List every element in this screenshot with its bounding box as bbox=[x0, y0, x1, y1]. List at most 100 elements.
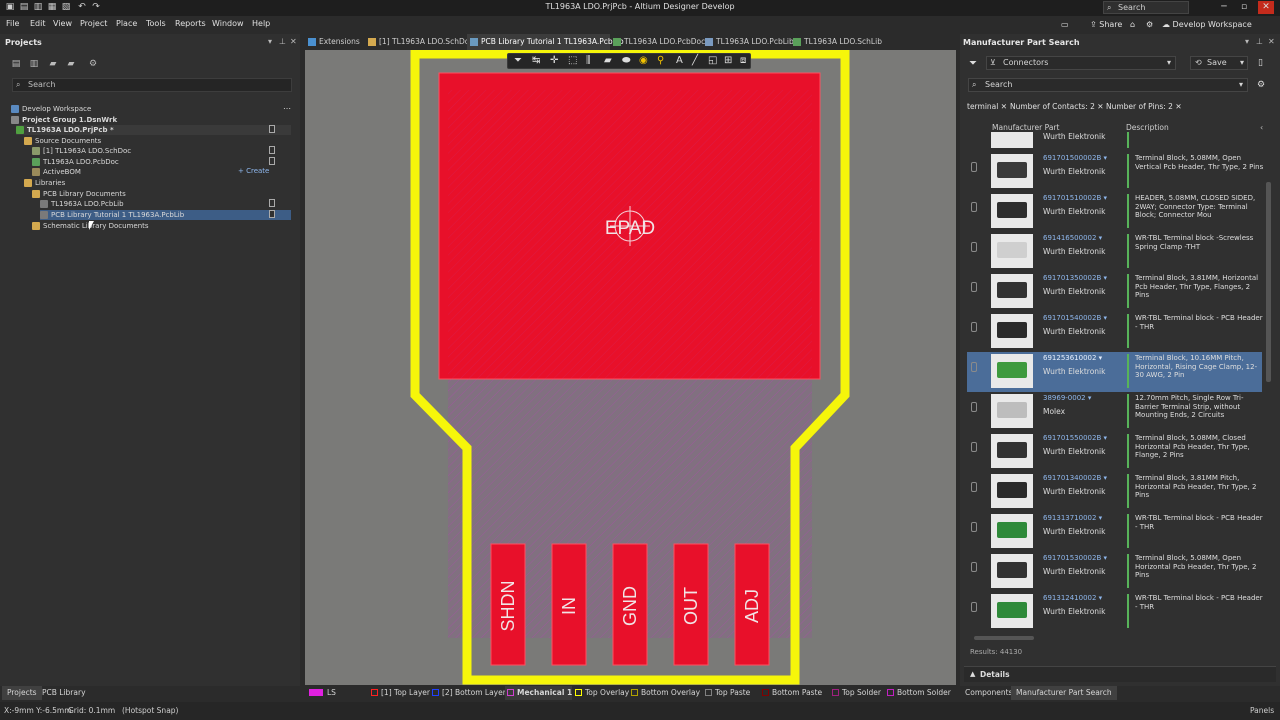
part-number[interactable]: 691701530002B ▾ bbox=[1043, 554, 1107, 562]
part-row[interactable]: 691313710002 ▾ Wurth Elektronik WR-TBL Ter… bbox=[967, 512, 1263, 552]
pin-icon[interactable] bbox=[971, 162, 977, 172]
pin-icon[interactable] bbox=[971, 602, 977, 612]
menu-place[interactable]: Place bbox=[116, 19, 137, 28]
part-row[interactable]: 691701510002B ▾ Wurth Elektronik HEADER, 5… bbox=[967, 192, 1262, 232]
pin-icon[interactable] bbox=[971, 442, 977, 452]
pin-icon[interactable] bbox=[971, 562, 977, 572]
close-window-button[interactable]: ✕ bbox=[1258, 1, 1274, 14]
column-header-part[interactable]: Manufacturer Part bbox=[992, 123, 1059, 132]
tree-item[interactable]: Project Group 1.DsnWrk bbox=[11, 115, 117, 125]
component-icon[interactable]: ▰ bbox=[604, 55, 612, 66]
panel-menu-icon[interactable]: ▾ bbox=[268, 37, 272, 46]
tab-components[interactable]: Components bbox=[960, 686, 1017, 700]
document-tab[interactable]: TL1963A LDO.PcbDoc bbox=[610, 34, 705, 50]
vertical-scrollbar[interactable] bbox=[1266, 182, 1271, 382]
maximize-button[interactable]: ▫ bbox=[1236, 1, 1252, 14]
filter-chip-terminal[interactable]: terminal ✕ bbox=[967, 102, 1007, 112]
document-tab[interactable]: [1] TL1963A LDO.SchDoc bbox=[365, 34, 473, 50]
pin-icon[interactable] bbox=[971, 242, 977, 252]
part-row[interactable]: 691701500002B ▾ Wurth Elektronik Terminal … bbox=[967, 152, 1263, 192]
mps-search-input[interactable]: ⌕ Search ▾ bbox=[968, 78, 1248, 92]
filter-chip-pins[interactable]: Number of Pins: 2 ✕ bbox=[1106, 102, 1182, 112]
menu-file[interactable]: File bbox=[6, 19, 19, 28]
layer-tab[interactable]: Top Paste bbox=[703, 686, 750, 700]
tab-projects[interactable]: Projects bbox=[2, 686, 42, 700]
remove-filter-icon[interactable]: ✕ bbox=[1001, 102, 1007, 111]
select-icon[interactable]: ⬚ bbox=[568, 55, 577, 66]
document-tab[interactable]: Extensions bbox=[305, 34, 365, 50]
remove-filter-icon[interactable]: ✕ bbox=[1097, 102, 1103, 111]
layer-tab[interactable]: Top Overlay bbox=[573, 686, 629, 700]
layer-tab[interactable]: Bottom Overlay bbox=[629, 686, 700, 700]
pin-icon[interactable] bbox=[971, 322, 977, 332]
line-icon[interactable]: ╱ bbox=[692, 55, 698, 66]
more-options-icon[interactable]: ⋯ bbox=[283, 104, 291, 113]
notifications-icon[interactable]: ▭ bbox=[1061, 18, 1069, 32]
close-panel-icon[interactable]: ✕ bbox=[290, 37, 297, 46]
document-tab[interactable]: TL1963A LDO.PcbLib bbox=[702, 34, 794, 50]
tree-item[interactable]: Develop Workspace bbox=[11, 104, 91, 114]
horizontal-scrollbar[interactable] bbox=[974, 636, 1034, 640]
close-panel-icon[interactable]: ✕ bbox=[1268, 37, 1275, 46]
panels-button[interactable]: Panels bbox=[1250, 706, 1274, 715]
home-icon[interactable]: ⌂ bbox=[1130, 18, 1135, 32]
menu-reports[interactable]: Reports bbox=[175, 19, 206, 28]
dimension-icon[interactable]: ⊞ bbox=[724, 55, 732, 66]
part-number[interactable]: 691253610002 ▾ bbox=[1043, 354, 1102, 362]
details-section[interactable]: ▲ Details bbox=[964, 666, 1276, 682]
settings-icon[interactable]: ⚙ bbox=[1146, 18, 1153, 32]
part-number[interactable]: 691701540002B ▾ bbox=[1043, 314, 1107, 322]
menu-project[interactable]: Project bbox=[80, 19, 107, 28]
part-row[interactable]: 691701340002B ▾ Wurth Elektronik Terminal … bbox=[967, 472, 1262, 512]
layer-tab[interactable]: Bottom Solder bbox=[885, 686, 951, 700]
part-row[interactable]: 691701540002B ▾ Wurth Elektronik WR-TBL Te… bbox=[967, 312, 1263, 352]
via-icon[interactable]: ⚲ bbox=[657, 55, 664, 66]
route-icon[interactable]: ↹ bbox=[532, 55, 540, 66]
part-number[interactable]: 691701550002B ▾ bbox=[1043, 434, 1107, 442]
project-search-input[interactable]: ⌕ Search bbox=[12, 78, 292, 92]
pin-icon[interactable] bbox=[971, 402, 977, 412]
document-tab[interactable]: PCB Library Tutorial 1 TL1963A.PcbLib bbox=[467, 34, 624, 50]
tree-item[interactable]: PCB Library Documents bbox=[32, 189, 126, 199]
open-folder-icon[interactable]: ▰ bbox=[48, 59, 58, 69]
part-row[interactable]: 691701530002B ▾ Wurth Elektronik Terminal … bbox=[967, 552, 1262, 592]
filter-icon[interactable]: ⏷ bbox=[514, 55, 522, 66]
menu-help[interactable]: Help bbox=[252, 19, 270, 28]
layer-tab[interactable]: Top Solder bbox=[830, 686, 881, 700]
tree-item[interactable]: TL1963A LDO.PcbDoc bbox=[32, 157, 119, 167]
text-icon[interactable]: A bbox=[676, 55, 683, 66]
category-select[interactable]: ⊻ Connectors ▾ bbox=[986, 56, 1176, 70]
part-number[interactable]: 691701510002B ▾ bbox=[1043, 194, 1107, 202]
part-row[interactable]: 691416500002 ▾ Wurth Elektronik WR-TBL Ter… bbox=[967, 232, 1262, 272]
filter-icon[interactable]: ⏷ bbox=[969, 58, 977, 69]
create-link[interactable]: + Create bbox=[238, 167, 269, 175]
tree-item[interactable]: Libraries bbox=[24, 178, 65, 188]
track-icon[interactable]: ⬬ bbox=[622, 55, 631, 66]
folder-icon[interactable]: ▰ bbox=[66, 59, 76, 69]
pin-icon[interactable] bbox=[971, 482, 977, 492]
pin-icon[interactable] bbox=[971, 202, 977, 212]
save-project-icon[interactable]: ▥ bbox=[29, 59, 39, 69]
global-search-input[interactable]: ⌕ Search bbox=[1103, 1, 1189, 14]
part-number[interactable]: 691701500002B ▾ bbox=[1043, 154, 1107, 162]
document-tab[interactable]: TL1963A LDO.SchLib bbox=[790, 34, 882, 50]
gear-icon[interactable]: ⚙ bbox=[88, 59, 98, 69]
minimize-button[interactable]: ─ bbox=[1216, 1, 1232, 14]
tree-item[interactable]: ActiveBOM bbox=[32, 167, 81, 177]
part-number[interactable]: 691701340002B ▾ bbox=[1043, 474, 1107, 482]
settings-icon[interactable]: ⚙ bbox=[1257, 80, 1265, 90]
column-header-description[interactable]: Description bbox=[1126, 123, 1169, 132]
part-row[interactable]: 38969-0002 ▾ Molex 12.70mm Pitch, Single R… bbox=[967, 392, 1262, 432]
part-number[interactable]: 691312410002 ▾ bbox=[1043, 594, 1102, 602]
tree-item[interactable]: PCB Library Tutorial 1 TL1963A.PcbLib bbox=[40, 210, 291, 220]
menu-edit[interactable]: Edit bbox=[30, 19, 46, 28]
pin-icon[interactable]: ⊥ bbox=[279, 37, 286, 46]
part-row[interactable]: 691253610002 ▾ Wurth Elektronik Terminal B… bbox=[967, 352, 1262, 392]
part-number[interactable]: 691701350002B ▾ bbox=[1043, 274, 1107, 282]
pin-icon[interactable] bbox=[971, 362, 977, 372]
pcb-canvas[interactable]: EPAD SHDN IN GND OUT ADJ ⏷ ↹ ✛ ⬚ ⫼ ▰ ⬬ ◉ ⚲ A… bbox=[305, 50, 956, 685]
workspace-button[interactable]: ☁ Develop Workspace bbox=[1162, 18, 1252, 32]
layer-tab[interactable]: [2] Bottom Layer bbox=[430, 686, 506, 700]
layer-tab[interactable]: Bottom Paste bbox=[760, 686, 822, 700]
tree-item[interactable]: TL1963A LDO.PrjPcb * bbox=[16, 125, 291, 135]
